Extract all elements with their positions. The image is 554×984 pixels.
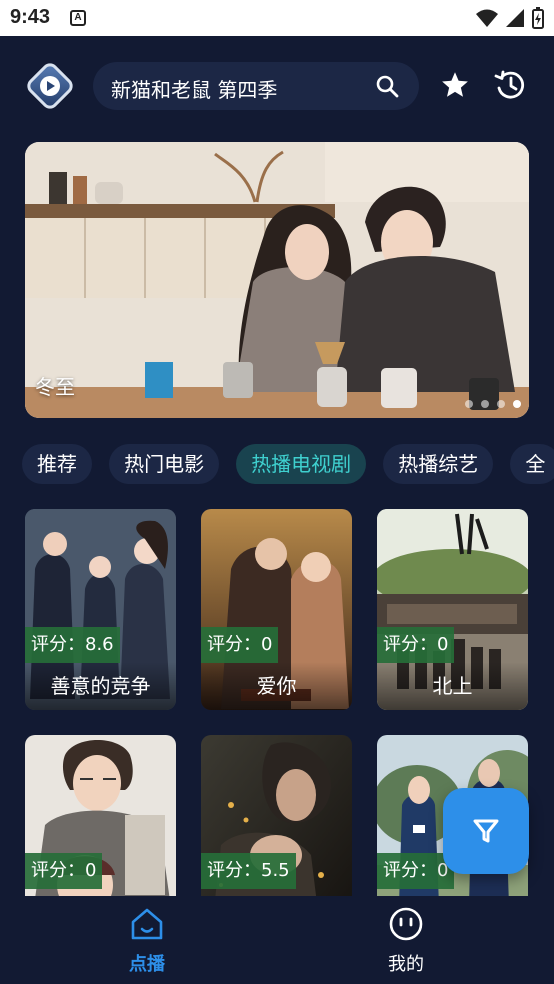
notification-icon: A <box>70 10 86 26</box>
category-tabs: 推荐 热门电影 热播电视剧 热播综艺 全 <box>22 444 554 486</box>
status-time: 9:43 <box>10 6 51 28</box>
video-card[interactable]: 评分：8.6 善意的竞争 <box>25 509 176 710</box>
battery-icon <box>532 7 544 29</box>
search-input[interactable]: 新猫和老鼠 第四季 <box>111 74 277 103</box>
card-title: 爱你 <box>201 662 352 710</box>
nav-me[interactable]: 我的 <box>346 906 466 976</box>
tab-hot-movies[interactable]: 热门电影 <box>109 444 220 484</box>
banner-title: 冬至 <box>35 375 75 399</box>
search-icon[interactable] <box>375 74 399 98</box>
rating-badge: 评分：8.6 <box>25 627 120 663</box>
tab-recommended[interactable]: 推荐 <box>22 444 92 484</box>
tab-hot-tv-series[interactable]: 热播电视剧 <box>236 444 367 484</box>
tab-all[interactable]: 全 <box>510 444 554 484</box>
profile-icon <box>389 907 423 941</box>
status-icons <box>476 7 544 29</box>
rating-badge: 评分：5.5 <box>201 853 296 889</box>
banner-dot[interactable] <box>481 400 489 408</box>
banner-pagination[interactable] <box>465 400 521 408</box>
video-card[interactable]: 评分：0 北上 <box>377 509 528 710</box>
nav-me-label: 我的 <box>388 954 424 975</box>
hero-banner[interactable]: 冬至 <box>25 142 529 418</box>
banner-dot[interactable] <box>465 400 473 408</box>
app-logo[interactable] <box>24 60 76 112</box>
signal-icon <box>506 9 524 27</box>
card-title: 北上 <box>377 662 528 710</box>
star-icon[interactable] <box>440 70 470 100</box>
history-icon[interactable] <box>494 69 526 101</box>
wifi-icon <box>476 9 498 27</box>
banner-dot-active[interactable] <box>513 400 521 408</box>
bottom-nav: 点播 我的 <box>0 896 554 984</box>
header: 新猫和老鼠 第四季 <box>0 36 554 136</box>
filter-button[interactable] <box>443 788 529 874</box>
search-box[interactable]: 新猫和老鼠 第四季 <box>93 62 419 110</box>
tab-hot-variety[interactable]: 热播综艺 <box>383 444 494 484</box>
video-card[interactable]: 评分：0 爱你 <box>201 509 352 710</box>
rating-badge: 评分：0 <box>25 853 103 889</box>
status-bar: 9:43 A <box>0 0 554 36</box>
rating-badge: 评分：0 <box>377 627 455 663</box>
nav-home[interactable]: 点播 <box>87 906 207 976</box>
banner-dot[interactable] <box>497 400 505 408</box>
banner-image <box>25 142 529 418</box>
rating-badge: 评分：0 <box>201 627 279 663</box>
filter-icon <box>473 819 499 843</box>
card-title: 善意的竞争 <box>25 662 176 710</box>
home-icon <box>131 908 163 940</box>
nav-home-label: 点播 <box>129 954 165 975</box>
